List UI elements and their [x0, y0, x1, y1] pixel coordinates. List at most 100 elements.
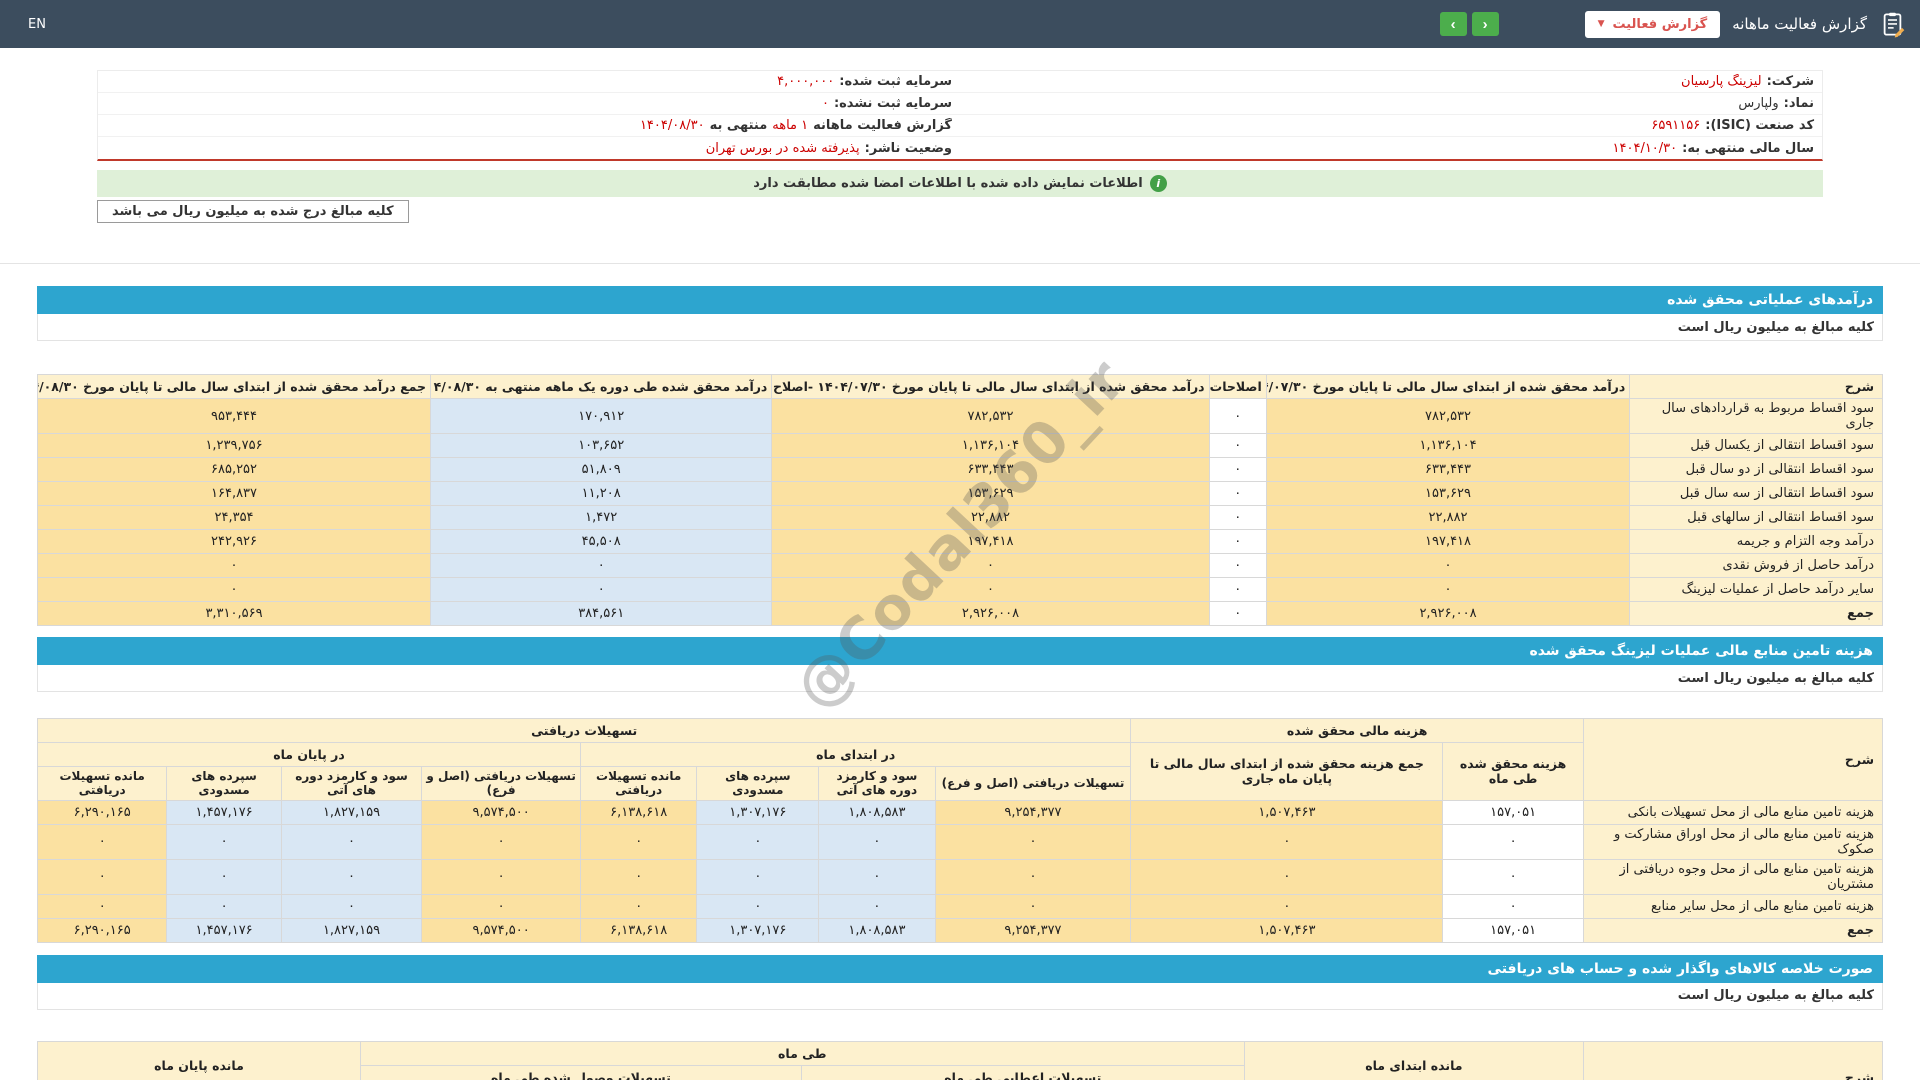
table-row: سود اقساط انتقالی از سه سال قبل ۱۵۳,۶۲۹ ۰ ۱…	[36, 481, 1883, 506]
table-row: سود اقساط انتقالی از یکسال قبل ۱,۱۳۶,۱۰۴ ۰…	[36, 433, 1883, 458]
value-cell: ۶۳۳,۴۴۳	[1265, 457, 1631, 482]
value-cell: ۰	[1208, 553, 1267, 578]
table-row: سود اقساط انتقالی از سالهای قبل ۲۲,۸۸۲ ۰ ۲۲…	[36, 505, 1883, 530]
value-cell: ۰	[1265, 577, 1631, 602]
value-cell: ۱۹۷,۴۱۸	[771, 529, 1210, 554]
row-label: هزینه تامین منابع مالی از محل تسهیلات با…	[1582, 799, 1884, 825]
value-cell: ۰	[771, 577, 1210, 602]
value-cell: ۱۵۳,۶۲۹	[771, 481, 1210, 506]
col-header: مانده تسهیلات دریافتی	[36, 766, 168, 801]
page-title: گزارش فعالیت ماهانه	[1732, 15, 1867, 33]
table-row: هزینه تامین منابع مالی از محل سایر منابع…	[36, 893, 1884, 919]
col-header: تسهیلات دریافتی (اصل و فرع)	[421, 766, 582, 801]
value-cell: ۰	[696, 858, 820, 895]
value-cell: ۱,۸۰۸,۵۸۳	[818, 799, 936, 825]
registered-capital-value: ۴,۰۰۰,۰۰۰	[777, 74, 835, 89]
value-cell: ۰	[1208, 433, 1267, 458]
report-icon	[1883, 12, 1905, 37]
report-nav: ‹ ›	[1439, 12, 1499, 36]
value-cell: ۰	[36, 858, 168, 895]
value-cell: ۰	[1208, 481, 1267, 506]
value-cell: ۰	[818, 858, 936, 895]
value-cell: ۱۹۷,۴۱۸	[1265, 529, 1631, 554]
receivables-summary-table: شرح مانده ابتدای ماه طی ماه مانده پایان …	[37, 1040, 1883, 1080]
group-header-during-month: طی ماه	[359, 1040, 1245, 1066]
value-cell: ۰	[1208, 601, 1267, 626]
table-row: سایر درآمد حاصل از عملیات لیزینگ ۰ ۰ ۰ ۰ ۰	[36, 577, 1883, 602]
value-cell: ۰	[166, 893, 282, 919]
total-row: جمع ۲,۹۲۶,۰۰۸ ۰ ۲,۹۲۶,۰۰۸ ۳۸۴,۵۶۱ ۳,۳۱۰,۵۶۹	[36, 601, 1883, 626]
row-label: سایر درآمد حاصل از عملیات لیزینگ	[1629, 577, 1883, 602]
row-label: درآمد وجه التزام و جریمه	[1629, 529, 1883, 554]
field-label: کد صنعت (ISIC):	[1705, 118, 1814, 133]
table-row: درآمد حاصل از فروش نقدی ۰ ۰ ۰ ۰ ۰	[36, 553, 1883, 578]
value-cell: ۰	[934, 823, 1132, 860]
row-label: جمع	[1629, 601, 1883, 626]
table-row: سود اقساط مربوط به قراردادهای سال جاری ۷۸…	[36, 398, 1883, 434]
period-end-date: ۱۴۰۴/۰۸/۳۰	[639, 118, 705, 133]
language-toggle[interactable]: EN	[28, 17, 46, 32]
col-header-desc: شرح	[1629, 374, 1883, 399]
row-label: هزینه تامین منابع مالی از محل وجوه دریاف…	[1582, 858, 1884, 895]
value-cell: ۹,۵۷۴,۵۰۰	[421, 917, 582, 943]
value-cell: ۰	[1208, 457, 1267, 482]
symbol-value: ولپارس	[1738, 96, 1779, 111]
value-cell: ۰	[696, 823, 820, 860]
value-cell: ۰	[421, 823, 582, 860]
col-header: سپرده های مسدودی	[166, 766, 282, 801]
value-cell: ۰	[1442, 893, 1584, 919]
col-header: جمع هزینه محقق شده از ابتدای سال مالی تا…	[1130, 742, 1444, 801]
value-cell: ۰	[818, 823, 936, 860]
value-cell: ۲۴۲,۹۲۶	[36, 529, 432, 554]
col-header: هزینه محقق شده طی ماه	[1442, 742, 1584, 801]
isic-value: ۶۵۹۱۱۵۶	[1651, 118, 1701, 133]
value-cell: ۱۱,۲۰۸	[430, 481, 773, 506]
value-cell: ۰	[430, 553, 773, 578]
period-length-value: ۱ ماهه	[772, 118, 809, 133]
col-header: درآمد محقق شده از ابتدای سال مالی تا پای…	[771, 374, 1210, 399]
signed-info-text: اطلاعات نمایش داده شده با اطلاعات امضا ش…	[753, 176, 1143, 191]
value-cell: ۲۴,۳۵۴	[36, 505, 432, 530]
row-label: سود اقساط انتقالی از سالهای قبل	[1629, 505, 1883, 530]
issuer-status-field: وضعیت ناشر: پذیرفته شده در بورس تهران	[98, 141, 960, 156]
value-cell: ۱۵۷,۰۵۱	[1442, 917, 1584, 943]
value-cell: ۱,۲۳۹,۷۵۶	[36, 433, 432, 458]
value-cell: ۰	[280, 823, 423, 860]
prev-report-button[interactable]: ‹	[1439, 12, 1467, 36]
value-cell: ۰	[580, 893, 698, 919]
row-label: سود اقساط انتقالی از دو سال قبل	[1629, 457, 1883, 482]
row-label: سود اقساط مربوط به قراردادهای سال جاری	[1629, 398, 1883, 434]
fiscal-year-field: سال مالی منتهی به: ۱۴۰۴/۱۰/۳۰	[960, 141, 1822, 156]
row-label: سود اقساط انتقالی از یکسال قبل	[1629, 433, 1883, 458]
table-body: هزینه تامین منابع مالی از محل تسهیلات با…	[36, 799, 1884, 943]
value-cell: ۱,۳۰۷,۱۷۶	[696, 799, 820, 825]
isic-field: کد صنعت (ISIC): ۶۵۹۱۱۵۶	[960, 118, 1822, 133]
col-header: تسهیلات دریافتی (اصل و فرع)	[934, 766, 1132, 801]
row-label: درآمد حاصل از فروش نقدی	[1629, 553, 1883, 578]
field-label: سال مالی منتهی به:	[1682, 140, 1814, 156]
col-header-desc: شرح	[1582, 718, 1884, 801]
value-cell: ۲۲,۸۸۲	[1265, 505, 1631, 530]
value-cell: ۰	[1130, 823, 1444, 860]
info-row: شرکت: لیزینگ پارسیان سرمایه ثبت شده: ۴,۰…	[98, 71, 1822, 93]
value-cell: ۱,۱۳۶,۱۰۴	[1265, 433, 1631, 458]
field-label: منتهی به	[709, 118, 768, 133]
value-cell: ۰	[421, 893, 582, 919]
report-type-dropdown[interactable]: گزارش فعالیت ▼	[1584, 10, 1721, 38]
registered-capital-field: سرمایه ثبت شده: ۴,۰۰۰,۰۰۰	[98, 74, 960, 89]
value-cell: ۱,۸۲۷,۱۵۹	[280, 917, 423, 943]
value-cell: ۱,۱۳۶,۱۰۴	[771, 433, 1210, 458]
value-cell: ۰	[36, 577, 432, 602]
value-cell: ۶۳۳,۴۴۳	[771, 457, 1210, 482]
unregistered-capital-value: ۰	[821, 96, 829, 111]
next-report-button[interactable]: ›	[1471, 12, 1499, 36]
value-cell: ۳,۳۱۰,۵۶۹	[36, 601, 432, 626]
field-label: سرمایه ثبت نشده:	[833, 96, 952, 111]
section-title-revenues: درآمدهای عملیاتی محقق شده	[37, 286, 1883, 314]
group-header-granted: تسهیلات اعطایی طی ماه	[800, 1064, 1245, 1080]
info-row: کد صنعت (ISIC): ۶۵۹۱۱۵۶ گزارش فعالیت ماه…	[98, 115, 1822, 137]
group-header-month-start-balance: مانده ابتدای ماه	[1243, 1040, 1585, 1080]
col-header: اصلاحات	[1208, 374, 1267, 399]
units-note: کلیه مبالغ به میلیون ریال است	[37, 665, 1883, 692]
value-cell: ۱۷۰,۹۱۲	[430, 398, 773, 434]
